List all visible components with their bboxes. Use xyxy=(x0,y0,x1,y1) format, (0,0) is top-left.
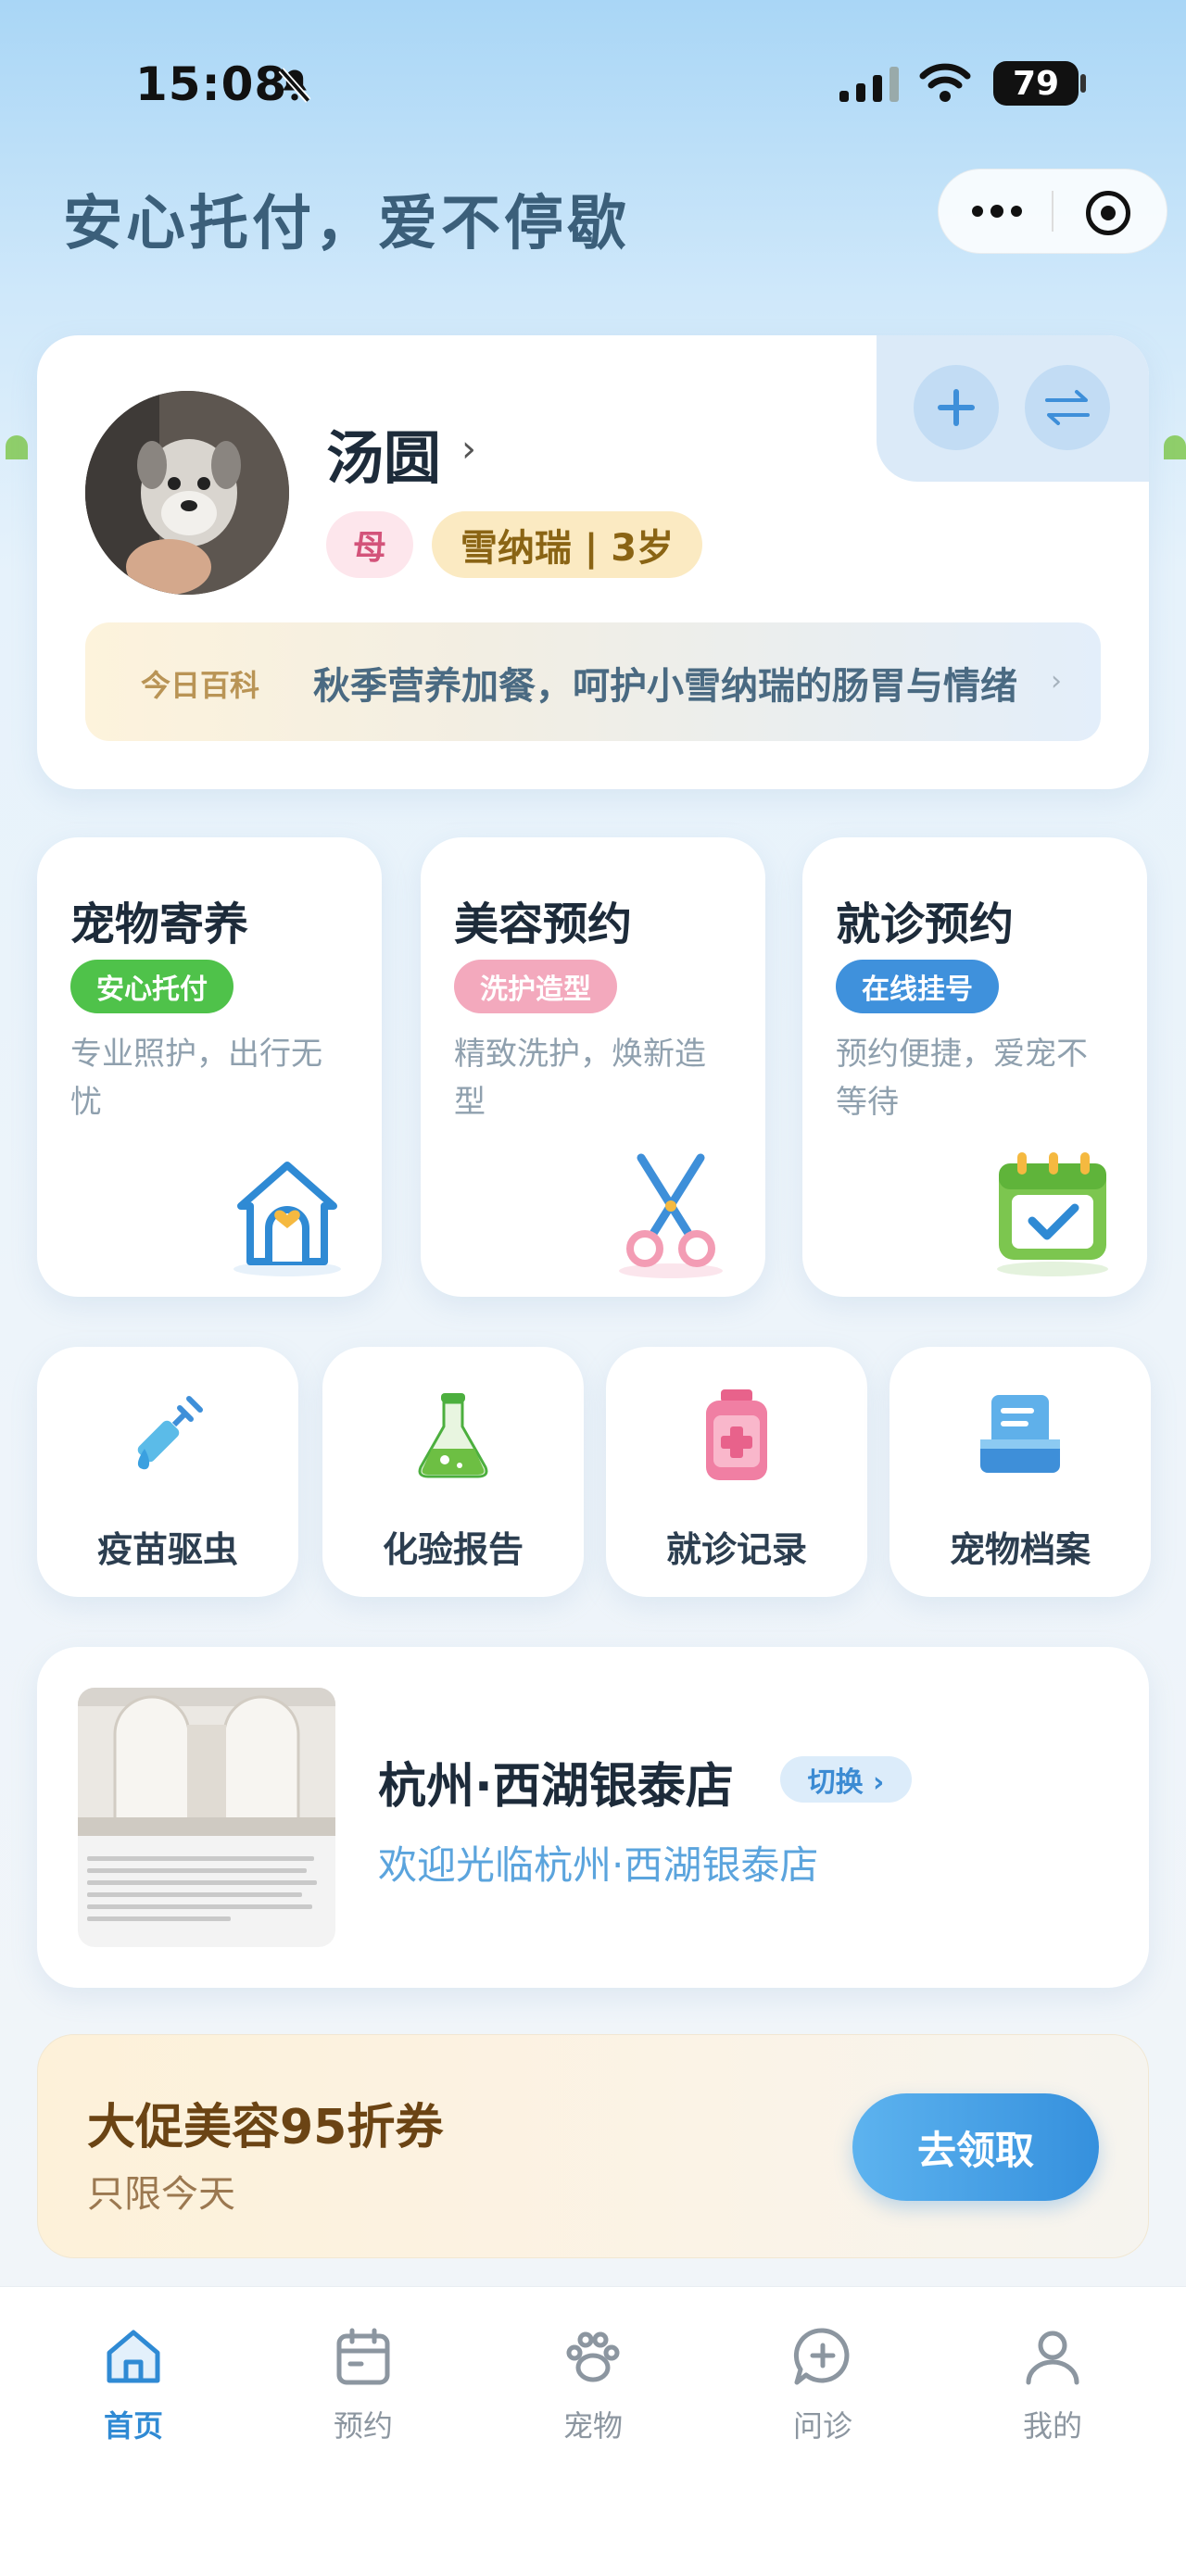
service-badge: 在线挂号 xyxy=(836,960,999,1013)
page-slogan: 安心托付，爱不停歇 xyxy=(63,190,630,258)
promo-subtitle: 只限今天 xyxy=(87,2173,235,2216)
quick-link-vaccine[interactable]: 疫苗驱虫 xyxy=(37,1347,298,1597)
grass-decoration-right xyxy=(1164,435,1186,459)
status-time: 15:08 xyxy=(135,57,288,111)
chevron-right-icon: › xyxy=(1051,665,1062,697)
flask-icon xyxy=(418,1393,488,1478)
tab-label: 问诊 xyxy=(792,2408,852,2444)
cellular-signal-icon xyxy=(839,67,899,102)
capsule-divider xyxy=(1052,191,1054,232)
quick-link-lab-report[interactable]: 化验报告 xyxy=(322,1347,584,1597)
tab-label: 我的 xyxy=(1022,2408,1082,2444)
add-pet-button[interactable] xyxy=(914,365,999,450)
file-archive-icon xyxy=(980,1395,1060,1473)
pet-gender-tag: 母 xyxy=(326,511,413,578)
pet-breed-age-tag: 雪纳瑞 | 3岁 xyxy=(432,511,702,578)
service-card-clinic[interactable]: 就诊预约 在线挂号 预约便捷，爱宠不等待 xyxy=(802,837,1147,1297)
home-icon xyxy=(107,2330,160,2383)
quick-link-label: 疫苗驱虫 xyxy=(96,1529,238,1570)
switch-pet-button[interactable] xyxy=(1025,365,1110,450)
service-title: 就诊预约 xyxy=(836,898,1015,950)
daily-tip-label: 今日百科 xyxy=(141,668,260,703)
tab-home[interactable]: 首页 xyxy=(59,2323,208,2462)
calendar-check-icon xyxy=(997,1152,1108,1276)
scissors-icon xyxy=(619,1153,723,1278)
claim-coupon-button[interactable]: 去领取 xyxy=(852,2093,1099,2201)
user-icon xyxy=(1026,2331,1079,2385)
tab-label: 首页 xyxy=(103,2408,163,2444)
plus-icon xyxy=(938,389,975,426)
store-photo xyxy=(78,1688,335,1947)
quick-link-label: 就诊记录 xyxy=(665,1529,807,1570)
calendar-icon xyxy=(336,2328,390,2385)
quick-link-label: 化验报告 xyxy=(382,1529,524,1570)
service-card-grooming[interactable]: 美容预约 洗护造型 精致洗护，焕新造型 xyxy=(421,837,765,1297)
store-welcome-text: 欢迎光临杭州·西湖银泰店 xyxy=(378,1842,819,1888)
close-miniprogram-icon[interactable] xyxy=(1086,191,1130,235)
chevron-right-icon[interactable]: › xyxy=(461,428,476,471)
tab-consult[interactable]: 问诊 xyxy=(749,2323,897,2462)
tab-pets[interactable]: 宠物 xyxy=(519,2323,667,2462)
service-title: 美容预约 xyxy=(454,898,633,950)
pet-avatar[interactable] xyxy=(85,391,289,595)
service-badge: 洗护造型 xyxy=(454,960,617,1013)
store-name: 杭州·西湖银泰店 xyxy=(378,1759,734,1815)
quick-link-label: 宠物档案 xyxy=(949,1529,1091,1570)
swap-arrows-icon xyxy=(1045,390,1090,425)
service-title: 宠物寄养 xyxy=(70,898,249,950)
chat-plus-icon xyxy=(793,2328,850,2385)
pet-house-icon xyxy=(233,1162,341,1276)
store-interior-image xyxy=(78,1688,335,1836)
battery-nub xyxy=(1080,74,1086,93)
battery-indicator: 79 xyxy=(993,61,1079,106)
quick-link-visit-records[interactable]: 就诊记录 xyxy=(606,1347,867,1597)
tab-label: 宠物 xyxy=(562,2408,623,2444)
wifi-icon xyxy=(919,63,971,102)
more-menu-icon[interactable] xyxy=(969,191,1025,232)
promo-title: 大促美容95折券 xyxy=(87,2100,444,2155)
service-badge: 安心托付 xyxy=(70,960,233,1013)
switch-store-button[interactable]: 切换 › xyxy=(780,1756,912,1803)
medical-bottle-icon xyxy=(706,1389,767,1480)
service-description: 精致洗护，焕新造型 xyxy=(454,1036,706,1121)
daily-tip-text[interactable]: 秋季营养加餐，呵护小雪纳瑞的肠胃与情绪 xyxy=(313,656,1017,710)
dog-photo xyxy=(85,391,289,595)
pet-name[interactable]: 汤圆 xyxy=(326,411,441,495)
paw-icon xyxy=(566,2331,620,2382)
service-card-boarding[interactable]: 宠物寄养 安心托付 专业照护，出行无忧 xyxy=(37,837,382,1297)
service-description: 专业照护，出行无忧 xyxy=(70,1036,322,1121)
bell-muted-icon xyxy=(278,68,311,103)
tab-appointment[interactable]: 预约 xyxy=(289,2323,437,2462)
quick-link-pet-archive[interactable]: 宠物档案 xyxy=(890,1347,1151,1597)
service-description: 预约便捷，爱宠不等待 xyxy=(836,1036,1088,1121)
tab-profile[interactable]: 我的 xyxy=(978,2323,1127,2462)
syringe-icon xyxy=(137,1396,203,1470)
grass-decoration-left xyxy=(6,435,28,459)
tab-label: 预约 xyxy=(333,2408,393,2444)
